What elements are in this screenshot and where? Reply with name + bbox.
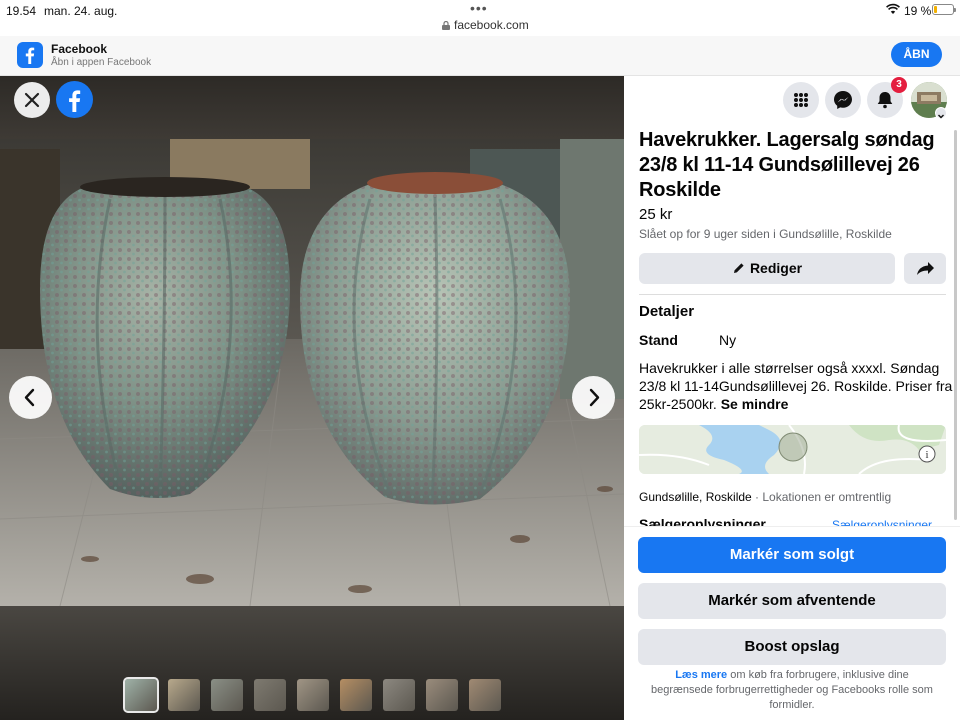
facebook-home-button[interactable]: [56, 81, 93, 118]
edit-button[interactable]: Rediger: [639, 253, 895, 284]
listing-title: Havekrukker. Lagersalg søndag 23/8 kl 11…: [639, 129, 935, 201]
next-photo-button[interactable]: [572, 376, 615, 419]
photo-thumbnails: [123, 677, 501, 713]
header-icons: 3: [624, 76, 960, 126]
listing-description: Havekrukker i alle størrelser også xxxxl…: [639, 359, 954, 413]
consumer-rights-note: Læs mere om køb fra forbrugere, inklusiv…: [646, 668, 938, 713]
photo-thumbnail[interactable]: [123, 677, 159, 713]
read-more-link[interactable]: Læs mere: [675, 669, 727, 681]
lock-icon: [442, 21, 450, 30]
condition-label: Stand: [639, 332, 678, 348]
location-name: Gundsølille, Roskilde: [639, 490, 752, 504]
listing-photo[interactable]: [0, 139, 624, 606]
grid-menu-icon: [794, 93, 808, 107]
chevron-right-icon: [589, 388, 600, 407]
location-map[interactable]: i: [639, 425, 946, 474]
see-less-link[interactable]: Se mindre: [721, 396, 789, 412]
battery-icon: [932, 4, 956, 15]
messenger-button[interactable]: [825, 82, 861, 118]
location-text: Gundsølille, Roskilde · Lokationen er om…: [639, 490, 891, 504]
photo-blur-backdrop: [0, 76, 624, 139]
messenger-icon: [834, 91, 852, 109]
pencil-icon: [733, 263, 744, 273]
listing-scroll-area[interactable]: Havekrukker. Lagersalg søndag 23/8 kl 11…: [624, 126, 960, 526]
mark-sold-button[interactable]: Markér som solgt: [638, 537, 946, 573]
share-button[interactable]: [904, 253, 946, 284]
battery-fill: [934, 6, 937, 13]
previous-photo-button[interactable]: [9, 376, 52, 419]
close-button[interactable]: [14, 82, 50, 118]
listing-price: 25 kr: [639, 206, 673, 223]
photo-thumbnail[interactable]: [297, 679, 329, 711]
app-banner-title: Facebook: [51, 42, 108, 56]
app-banner-subtitle: Åbn i appen Facebook: [51, 57, 152, 68]
close-icon: [24, 92, 40, 108]
status-bar: 19.54 man. 24. aug. ••• facebook.com 19 …: [0, 0, 960, 36]
action-panel: Markér som solgt Markér som afventende B…: [624, 526, 960, 720]
app-banner: Facebook Åbn i appen Facebook ÅBN: [0, 36, 960, 76]
photo-thumbnail[interactable]: [383, 679, 415, 711]
notification-badge: 3: [891, 77, 907, 93]
wifi-icon: [886, 3, 900, 14]
chevron-left-icon: [24, 388, 35, 407]
edit-button-label: Rediger: [749, 260, 803, 276]
facebook-app-icon[interactable]: [17, 42, 43, 68]
location-note: · Lokationen er omtrentlig: [751, 490, 892, 504]
photo-thumbnail[interactable]: [168, 679, 200, 711]
divider: [639, 294, 946, 295]
scrollbar[interactable]: [954, 130, 957, 520]
share-icon: [917, 262, 934, 275]
photo-thumbnail[interactable]: [426, 679, 458, 711]
svg-text:i: i: [925, 449, 928, 461]
seller-info-heading: Sælgeroplysninger: [639, 516, 766, 526]
condition-value: Ny: [719, 332, 737, 348]
seller-info-link[interactable]: Sælgeroplysninger: [832, 518, 932, 526]
photo-viewer: [0, 76, 624, 720]
photo-thumbnail[interactable]: [211, 679, 243, 711]
mark-pending-button[interactable]: Markér som afventende: [638, 583, 946, 619]
address-bar-url: facebook.com: [454, 18, 529, 32]
photo-thumbnail[interactable]: [340, 679, 372, 711]
details-heading: Detaljer: [639, 303, 695, 320]
map-image: i: [639, 425, 946, 474]
listing-details-pane: 3 Havekrukker. Lagersalg søndag 23/8 kl …: [624, 76, 960, 720]
status-time: 19.54: [6, 4, 37, 18]
description-text: Havekrukker i alle størrelser også xxxxl…: [639, 360, 953, 412]
facebook-logo-icon: [69, 90, 81, 112]
more-dots-icon[interactable]: •••: [470, 0, 488, 16]
photo-thumbnail[interactable]: [469, 679, 501, 711]
battery-percent: 19 %: [904, 4, 932, 18]
open-in-app-button[interactable]: ÅBN: [891, 42, 942, 67]
status-date: man. 24. aug.: [44, 4, 118, 18]
listing-posted-info: Slået op for 9 uger siden i Gundsølille,…: [639, 227, 892, 241]
chevron-down-icon: [938, 114, 944, 119]
address-bar[interactable]: facebook.com: [442, 18, 529, 32]
photo-thumbnail[interactable]: [254, 679, 286, 711]
menu-button[interactable]: [783, 82, 819, 118]
account-menu-button[interactable]: [935, 107, 947, 119]
boost-listing-button[interactable]: Boost opslag: [638, 629, 946, 665]
